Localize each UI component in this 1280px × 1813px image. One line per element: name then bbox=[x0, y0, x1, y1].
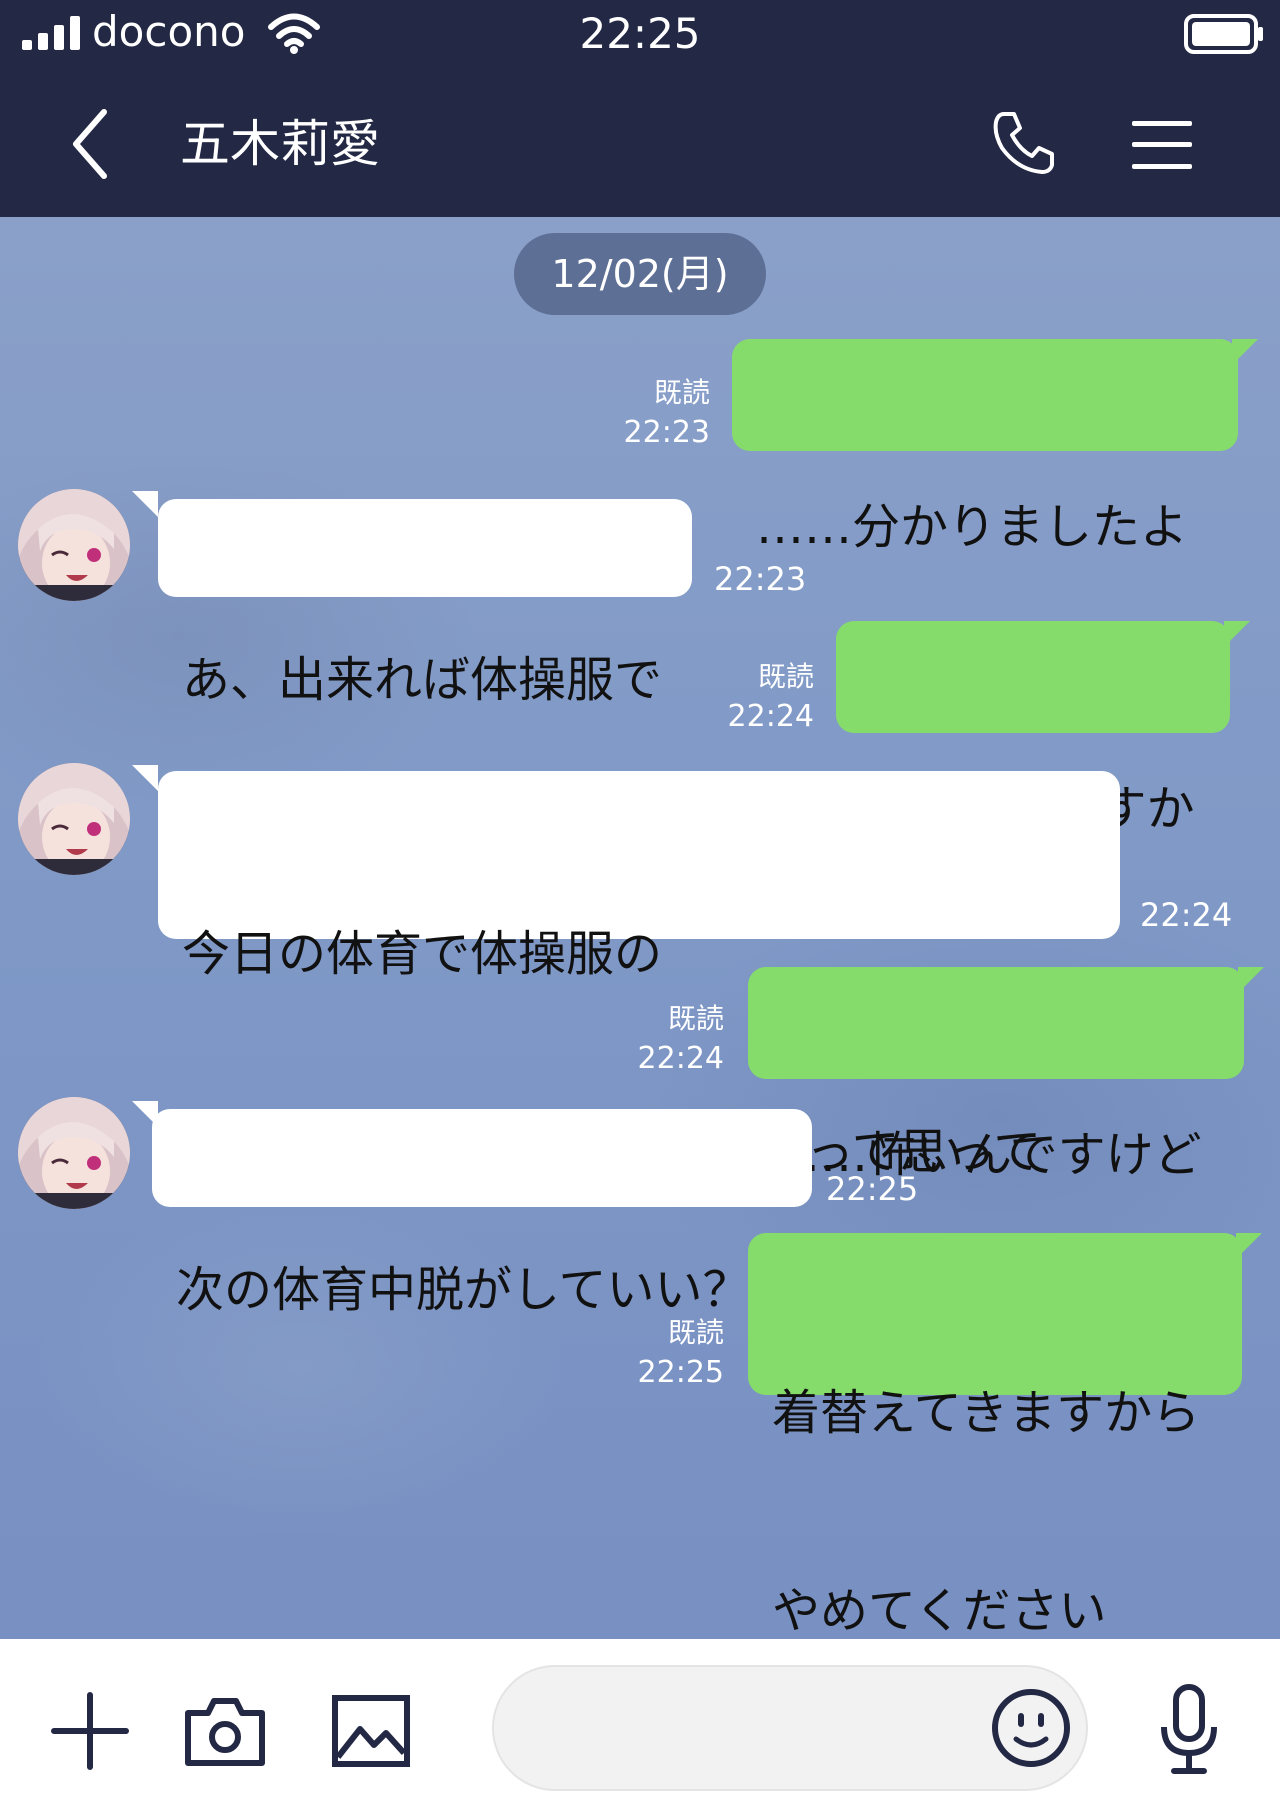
avatar[interactable] bbox=[18, 489, 130, 601]
their-message-bubble[interactable]: あ、出来れば体操服で bbox=[158, 499, 692, 708]
bubble-tail bbox=[1232, 339, 1258, 365]
message-text: やめてください bbox=[772, 1583, 1107, 1639]
message-time: 22:24 bbox=[727, 699, 814, 734]
avatar[interactable] bbox=[18, 763, 130, 875]
read-label: 既読 bbox=[667, 1316, 724, 1349]
avatar-image bbox=[18, 1097, 130, 1209]
avatar[interactable] bbox=[18, 1097, 130, 1209]
message-time: 22:25 bbox=[637, 1355, 724, 1390]
input-bar bbox=[0, 1639, 1280, 1813]
read-label: 既読 bbox=[653, 376, 710, 409]
image-icon[interactable] bbox=[332, 1695, 410, 1767]
message-time: 22:23 bbox=[714, 560, 807, 598]
back-arrow-icon[interactable] bbox=[66, 106, 114, 182]
my-message-bubble[interactable]: ……怖いんですけど bbox=[748, 967, 1244, 1183]
message-time: 22:24 bbox=[637, 1041, 724, 1076]
camera-icon[interactable] bbox=[184, 1697, 266, 1767]
message-meta: 既読 22:23 bbox=[560, 373, 710, 453]
message-input[interactable] bbox=[492, 1665, 1088, 1791]
plus-icon[interactable] bbox=[50, 1691, 130, 1771]
avatar-image bbox=[18, 763, 130, 875]
battery-icon bbox=[1184, 14, 1263, 54]
my-message-bubble[interactable]: ……分かりましたよ bbox=[732, 339, 1238, 555]
read-label: 既読 bbox=[667, 1002, 724, 1035]
top-bar: docono 22:25 五木莉愛 bbox=[0, 0, 1280, 217]
chat-area[interactable]: 12/02(月) 既読 22:23 ……分かりましたよ あ、出来れば体操服で 2… bbox=[0, 217, 1280, 1639]
my-message-bubble[interactable]: 着替えてきますから やめてください bbox=[748, 1233, 1242, 1639]
date-separator: 12/02(月) bbox=[514, 233, 766, 315]
bubble-tail bbox=[1236, 1233, 1262, 1259]
their-message-bubble[interactable]: 次の体育中脱がしていい？ bbox=[152, 1109, 812, 1318]
message-time: 22:25 bbox=[826, 1170, 919, 1208]
avatar-image bbox=[18, 489, 130, 601]
status-time: 22:25 bbox=[579, 9, 701, 58]
emoji-icon[interactable] bbox=[990, 1687, 1072, 1769]
bubble-tail bbox=[132, 491, 158, 517]
microphone-icon[interactable] bbox=[1158, 1683, 1220, 1775]
message-text: ……分かりましたよ bbox=[756, 499, 1189, 555]
phone-icon[interactable] bbox=[990, 108, 1056, 176]
their-message-bubble[interactable]: 今日の体育で体操服の 会長見てたら脱がしたいなーって思って bbox=[158, 771, 1120, 1180]
message-text: 着替えてきますから bbox=[772, 1385, 1201, 1441]
bubble-tail bbox=[1238, 967, 1264, 993]
bubble-tail bbox=[132, 765, 158, 791]
my-message-bubble[interactable]: どうしてですか bbox=[836, 621, 1230, 837]
bubble-tail bbox=[1224, 621, 1250, 647]
message-time: 22:24 bbox=[1140, 896, 1233, 934]
read-label: 既読 bbox=[757, 660, 814, 693]
message-meta: 既読 22:24 bbox=[574, 999, 724, 1079]
contact-name: 五木莉愛 bbox=[180, 115, 380, 173]
status-bar: docono 22:25 bbox=[0, 0, 1280, 70]
message-text: あ、出来れば体操服で bbox=[182, 652, 663, 708]
message-meta: 既読 22:24 bbox=[664, 657, 814, 737]
message-time: 22:23 bbox=[623, 415, 710, 450]
message-meta: 既読 22:25 bbox=[574, 1313, 724, 1393]
menu-icon[interactable] bbox=[1130, 118, 1194, 172]
